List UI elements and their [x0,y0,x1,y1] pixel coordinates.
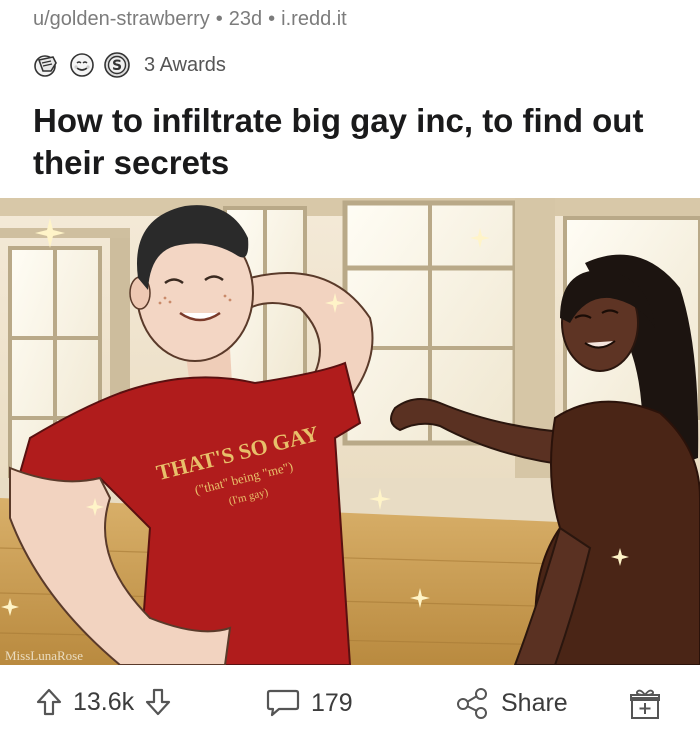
facepalm-award-icon [33,51,61,79]
upvote-arrow-icon[interactable] [35,687,63,717]
meta-separator: • [215,8,223,30]
silver-coin-award-icon: S [103,51,131,79]
awards-count: 3 Awards [144,53,226,76]
post-title[interactable]: How to infiltrate big gay inc, to find o… [33,100,673,184]
comment-bubble-icon [265,687,301,719]
share-icon [455,687,491,719]
post-action-bar: 13.6k 179 Share [0,665,700,743]
wholesome-award-icon [68,51,96,79]
gift-box-icon [628,687,662,721]
post-image[interactable]: THAT'S SO GAY ("that" being "me") (I'm g… [0,198,700,665]
svg-text:S: S [112,58,122,74]
artist-watermark: MissLunaRose [5,648,83,663]
vote-group: 13.6k [35,687,172,717]
share-label: Share [501,688,568,717]
share-button[interactable]: Share [455,687,568,719]
awards-row[interactable]: S 3 Awards [33,50,226,80]
award-button[interactable] [628,687,662,721]
comment-count: 179 [311,688,353,717]
meta-separator: • [268,8,276,30]
post-age: 23d [228,8,263,30]
post-meta: u/golden-strawberry • 23d • i.redd.it [33,8,347,31]
vote-score: 13.6k [73,687,135,716]
comments-button[interactable]: 179 [265,687,353,719]
author-link[interactable]: u/golden-strawberry [33,8,210,30]
downvote-arrow-icon[interactable] [144,687,172,717]
post-domain-link[interactable]: i.redd.it [281,8,347,30]
